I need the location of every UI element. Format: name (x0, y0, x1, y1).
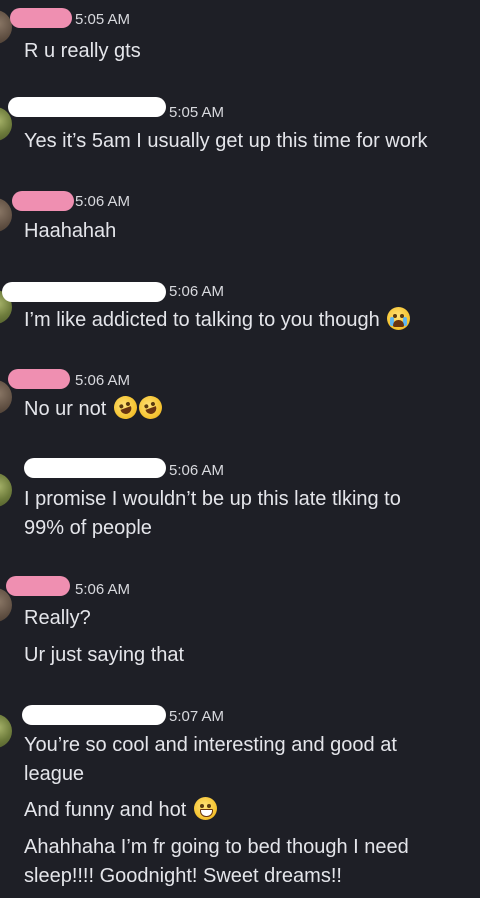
message-timestamp: 5:06 AM (75, 372, 131, 389)
message-timestamp: 5:05 AM (169, 104, 225, 121)
username-redacted[interactable] (22, 705, 166, 725)
message-text: And funny and hot (24, 796, 217, 825)
username-redacted[interactable] (10, 8, 72, 28)
message-timestamp: 5:05 AM (75, 11, 131, 28)
message-timestamp: 5:07 AM (169, 708, 225, 725)
avatar[interactable] (0, 714, 12, 748)
message-timestamp: 5:06 AM (169, 462, 225, 479)
username-redacted[interactable] (2, 282, 166, 302)
message-text: Really? (24, 607, 91, 629)
username-redacted[interactable] (24, 458, 166, 478)
username-redacted[interactable] (8, 369, 70, 389)
message-text: league (24, 763, 85, 785)
message-text: You’re so cool and interesting and good … (24, 734, 397, 756)
message-text: I promise I wouldn’t be up this late tlk… (24, 488, 401, 510)
message-text: No ur not (24, 392, 166, 424)
chat-log: 5:05 AM R u really gts 5:05 AM Yes it’s … (0, 0, 480, 898)
grinning-face-icon (193, 797, 217, 820)
username-redacted[interactable] (12, 191, 74, 211)
message-timestamp: 5:06 AM (75, 193, 131, 210)
avatar[interactable] (0, 473, 12, 507)
message-text-content: And funny and hot (24, 799, 187, 821)
message-text: Yes it’s 5am I usually get up this time … (24, 130, 428, 152)
avatar[interactable] (0, 198, 12, 232)
username-redacted[interactable] (6, 576, 70, 596)
message-text: Ur just saying that (24, 644, 185, 666)
message-text-content: I’m like addicted to talking to you thou… (24, 309, 380, 331)
message-text: Haahahah (24, 220, 117, 242)
message-text: I’m like addicted to talking to you thou… (24, 306, 411, 335)
message-text-content: No ur not (24, 398, 107, 420)
loudly-crying-face-icon (387, 307, 411, 330)
message-text: sleep!!!! Goodnight! Sweet dreams!! (24, 865, 342, 887)
message-text: Ahahhaha I’m fr going to bed though I ne… (24, 836, 409, 858)
username-redacted[interactable] (8, 97, 166, 117)
message-text: 99% of people (24, 517, 152, 539)
rolling-on-floor-laughing-icon (110, 392, 141, 423)
message-timestamp: 5:06 AM (169, 283, 225, 300)
message-text: R u really gts (24, 40, 141, 62)
rolling-on-floor-laughing-icon (135, 392, 166, 423)
message-timestamp: 5:06 AM (75, 581, 131, 598)
